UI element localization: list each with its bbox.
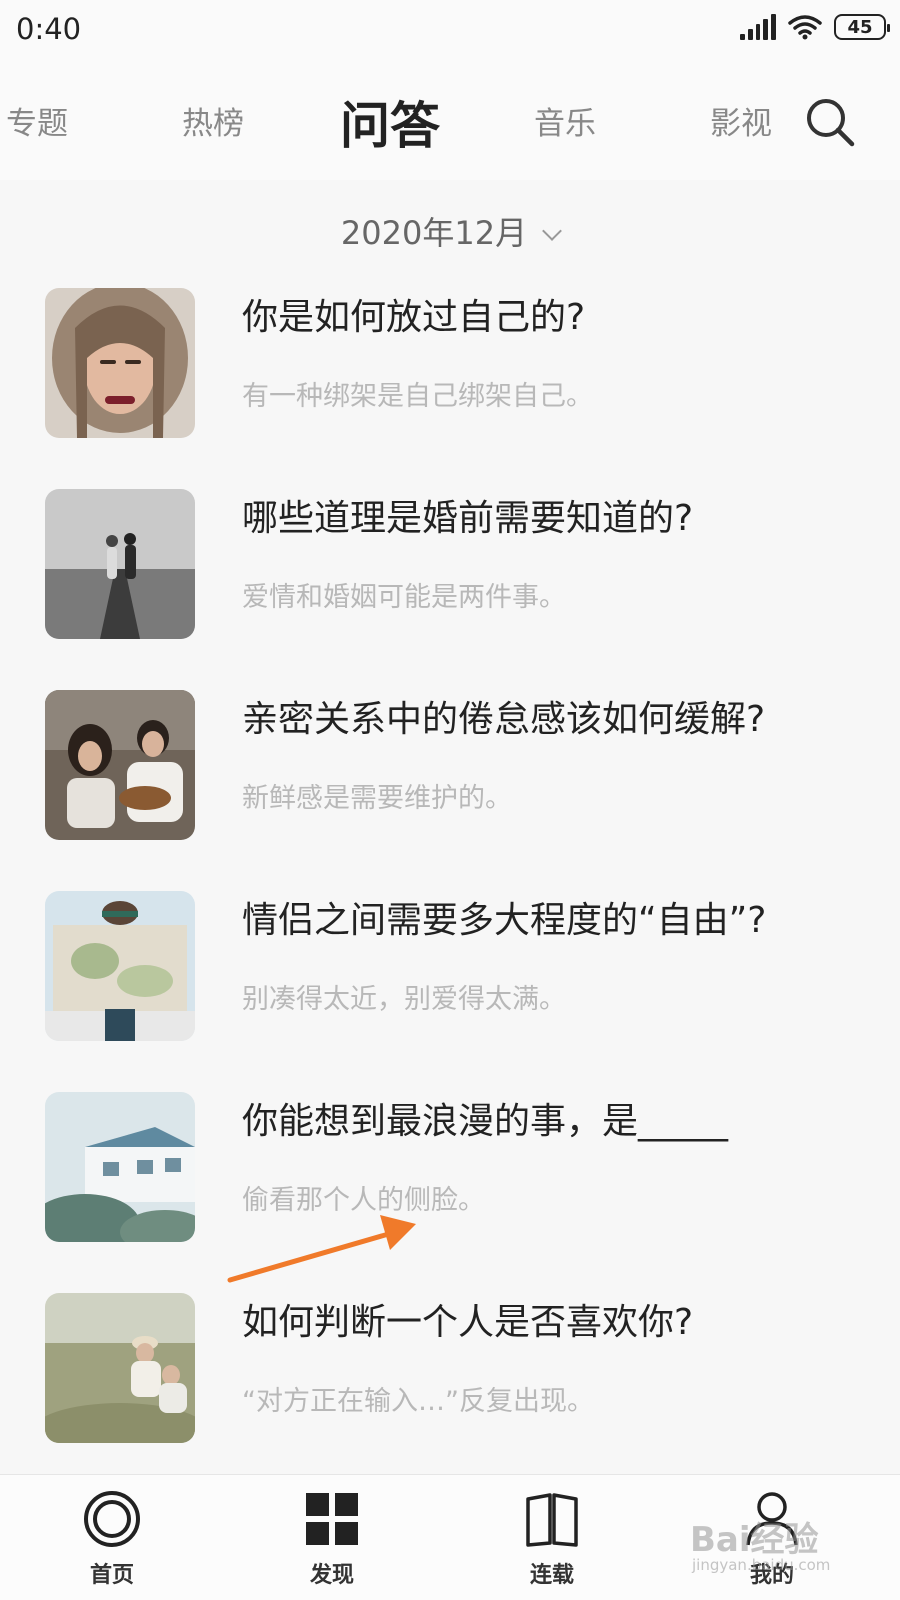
tab-qa[interactable]: 问答 — [340, 86, 440, 158]
article-title: 你能想到最浪漫的事，是_____ — [242, 1101, 729, 1142]
tab-topics[interactable]: 专题 — [6, 98, 68, 143]
nav-serial[interactable]: 连载 — [492, 1489, 612, 1589]
battery-icon: 45 — [834, 14, 890, 40]
nav-discover[interactable]: 发现 — [272, 1489, 392, 1589]
tab-film[interactable]: 影视 — [710, 98, 772, 143]
list-item[interactable]: 亲密关系中的倦怠感该如何缓解? 新鲜感是需要维护的。 — [0, 672, 900, 842]
status-time: 0:40 — [16, 12, 82, 46]
top-nav: 专题 热榜 问答 音乐 影视 — [0, 62, 900, 180]
article-thumbnail — [45, 690, 195, 840]
watermark-logo: Bai经验 — [690, 1520, 819, 1560]
nav-home[interactable]: 首页 — [52, 1489, 172, 1589]
article-subtitle: 有一种绑架是自己绑架自己。 — [242, 381, 593, 412]
date-label: 2020年12月 — [340, 214, 528, 252]
article-subtitle: 别凑得太近，别爱得太满。 — [242, 984, 566, 1015]
home-ring-icon — [82, 1489, 142, 1549]
nav-discover-label: 发现 — [309, 1563, 354, 1588]
nav-serial-label: 连载 — [529, 1563, 574, 1588]
article-thumbnail — [45, 891, 195, 1041]
article-subtitle: “对方正在输入…”反复出现。 — [242, 1386, 594, 1417]
article-subtitle: 偷看那个人的侧脸。 — [242, 1185, 485, 1216]
list-item[interactable]: 哪些道理是婚前需要知道的? 爱情和婚姻可能是两件事。 — [0, 471, 900, 641]
article-thumbnail — [45, 1092, 195, 1242]
article-title: 亲密关系中的倦怠感该如何缓解? — [242, 699, 766, 740]
list-item[interactable]: 你能想到最浪漫的事，是_____ 偷看那个人的侧脸。 — [0, 1074, 900, 1244]
list-item[interactable]: 你是如何放过自己的? 有一种绑架是自己绑架自己。 — [0, 270, 900, 440]
status-bar: 0:40 45 — [0, 0, 900, 62]
article-title: 你是如何放过自己的? — [242, 297, 586, 338]
article-title: 哪些道理是婚前需要知道的? — [242, 498, 694, 539]
article-subtitle: 新鲜感是需要维护的。 — [242, 783, 512, 814]
list-item[interactable]: 情侣之间需要多大程度的“自由”? 别凑得太近，别爱得太满。 — [0, 873, 900, 1043]
grid-icon — [302, 1489, 362, 1549]
article-title: 如何判断一个人是否喜欢你? — [242, 1302, 694, 1343]
article-thumbnail — [45, 1293, 195, 1443]
status-icons: 45 — [740, 14, 890, 40]
article-thumbnail — [45, 288, 195, 438]
article-thumbnail — [45, 489, 195, 639]
article-title: 情侣之间需要多大程度的“自由”? — [242, 900, 767, 941]
tab-hot-list[interactable]: 热榜 — [182, 98, 244, 143]
nav-home-label: 首页 — [89, 1563, 134, 1588]
search-icon[interactable] — [804, 96, 856, 148]
date-selector[interactable]: 2020年12月 — [0, 208, 900, 254]
chevron-down-icon — [542, 221, 562, 241]
tab-music[interactable]: 音乐 — [534, 98, 596, 143]
signal-icon — [740, 14, 776, 40]
list-item[interactable]: 如何判断一个人是否喜欢你? “对方正在输入…”反复出现。 — [0, 1275, 900, 1445]
article-subtitle: 爱情和婚姻可能是两件事。 — [242, 582, 566, 613]
wifi-icon — [788, 14, 822, 40]
watermark-url: jingyan.baidu.com — [692, 1556, 831, 1574]
book-icon — [522, 1489, 582, 1549]
battery-level: 45 — [847, 16, 873, 38]
